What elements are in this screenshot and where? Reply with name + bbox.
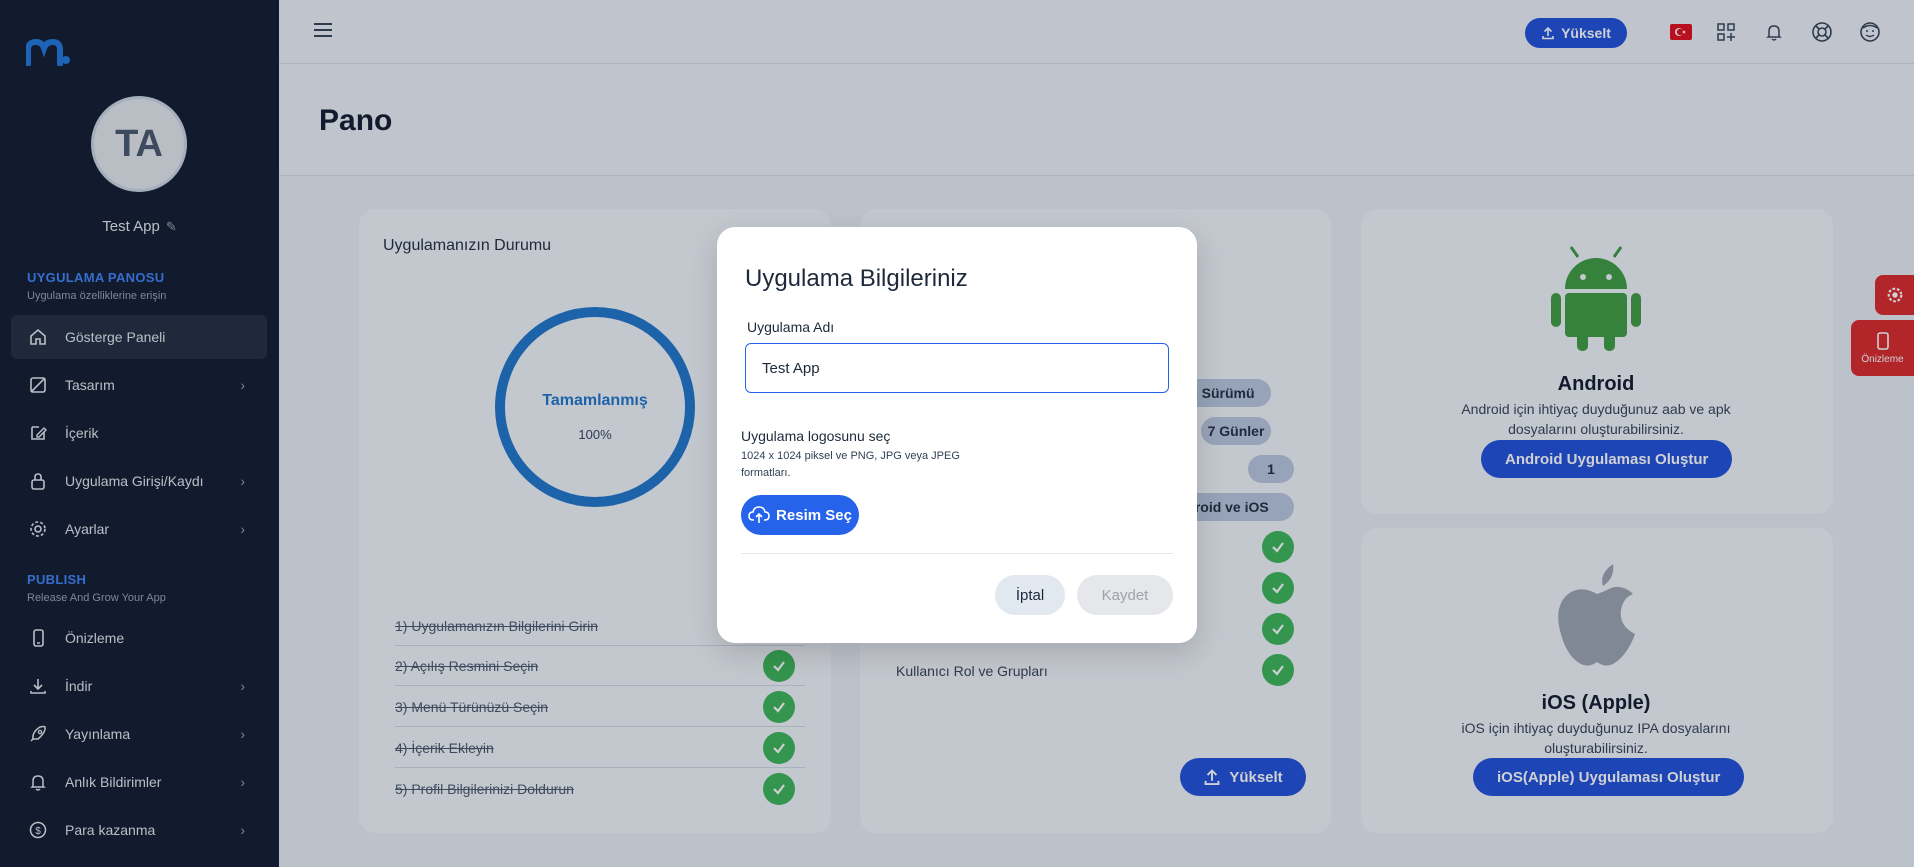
cloud-upload-icon	[748, 506, 770, 523]
save-button[interactable]: Kaydet	[1077, 575, 1173, 615]
cancel-button[interactable]: İptal	[995, 575, 1065, 615]
modal-divider	[741, 553, 1173, 554]
choose-image-label: Resim Seç	[776, 506, 852, 524]
app-name-input[interactable]	[745, 343, 1169, 393]
logo-select-label: Uygulama logosunu seç	[741, 428, 891, 444]
choose-image-button[interactable]: Resim Seç	[741, 495, 859, 535]
app-name-field-label: Uygulama Adı	[747, 319, 835, 335]
modal-title: Uygulama Bilgileriniz	[745, 265, 968, 292]
app-info-modal: Uygulama Bilgileriniz Uygulama Adı Uygul…	[717, 227, 1197, 643]
logo-hint-text: 1024 x 1024 piksel ve PNG, JPG veya JPEG…	[741, 450, 960, 479]
